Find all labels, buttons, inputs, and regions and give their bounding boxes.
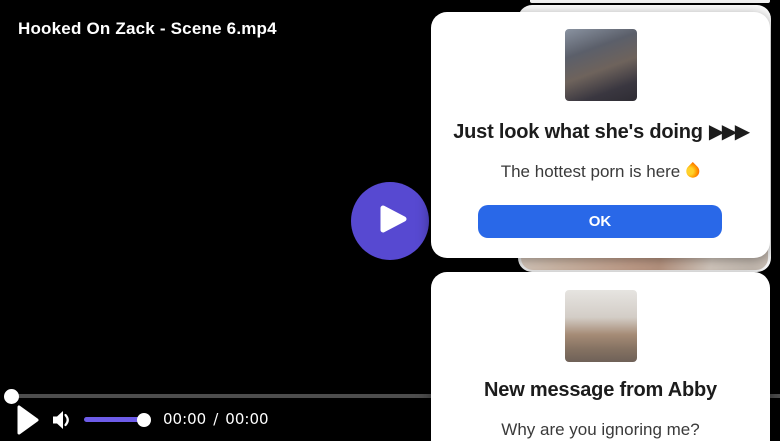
ad-popup-1[interactable]: Just look what she's doing ▶▶▶ The hottes… bbox=[431, 12, 770, 258]
ok-button[interactable]: OK bbox=[478, 205, 722, 238]
popup1-subtitle-text: The hottest porn is here bbox=[500, 162, 681, 181]
popup2-thumbnail-photo[interactable] bbox=[564, 290, 637, 362]
progress-thumb[interactable] bbox=[4, 389, 19, 404]
play-button[interactable] bbox=[17, 405, 39, 440]
volume-thumb[interactable] bbox=[137, 413, 151, 427]
triple-play-icon: ▶▶▶ bbox=[708, 119, 750, 143]
popup1-thumbnail-photo[interactable] bbox=[564, 29, 637, 101]
speaker-icon bbox=[50, 411, 74, 436]
time-separator: / bbox=[213, 410, 219, 428]
popup2-title: New message from Abby bbox=[484, 379, 717, 401]
fire-icon bbox=[683, 162, 703, 181]
current-time: 00:00 bbox=[163, 410, 207, 428]
mute-button[interactable] bbox=[50, 408, 74, 437]
popup1-subtitle: The hottest porn is here bbox=[431, 162, 770, 182]
duration: 00:00 bbox=[225, 410, 269, 428]
video-title: Hooked On Zack - Scene 6.mp4 bbox=[18, 19, 277, 38]
popup1-title-text: Just look what she's doing bbox=[453, 121, 703, 143]
ad-popup-2[interactable]: New message from Abby Why are you ignori… bbox=[431, 272, 770, 441]
popup2-message: Why are you ignoring me? bbox=[501, 420, 700, 439]
play-icon bbox=[351, 180, 429, 263]
popup1-title: Just look what she's doing ▶▶▶ bbox=[431, 119, 770, 144]
time-display: 00:00 / 00:00 bbox=[163, 410, 269, 428]
big-play-button[interactable] bbox=[351, 182, 429, 260]
background-card-peek bbox=[530, 0, 770, 3]
volume-slider[interactable] bbox=[84, 417, 145, 422]
